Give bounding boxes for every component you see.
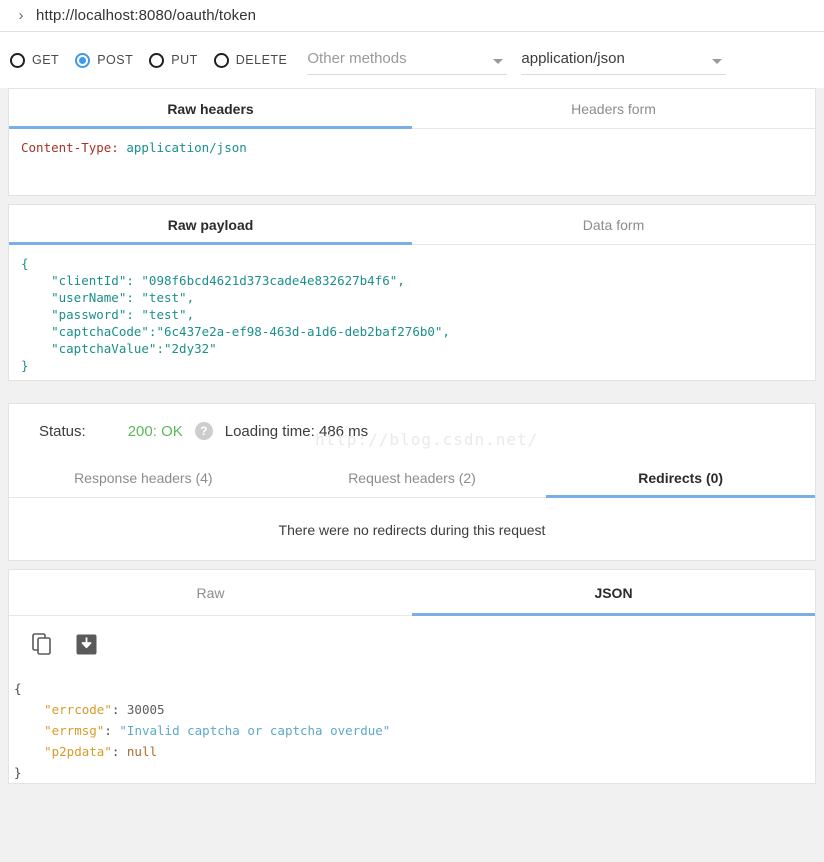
raw-payload-text: { "clientId": "098f6bcd4621d373cade4e832…	[21, 256, 450, 373]
json-sep: :	[104, 723, 120, 738]
json-sep: :	[111, 744, 127, 759]
json-key: "p2pdata"	[44, 744, 112, 759]
json-sep: :	[111, 702, 127, 717]
radio-label: GET	[32, 53, 60, 67]
json-content: { "errcode": 30005 "errmsg": "Invalid ca…	[9, 678, 815, 783]
raw-headers-text: Content-Type: application/json	[9, 129, 815, 166]
headers-tabs: Raw headers Headers form	[9, 89, 815, 129]
tab-raw[interactable]: Raw	[9, 570, 412, 616]
radio-icon	[75, 52, 91, 68]
radio-label: POST	[97, 53, 134, 67]
json-open-brace: {	[14, 681, 22, 696]
payload-card: Raw payload Data form { "clientId": "098…	[8, 204, 816, 381]
other-methods-select[interactable]: Other methods	[307, 45, 508, 75]
content-type-select[interactable]: application/json	[521, 45, 727, 75]
radio-icon	[10, 52, 25, 68]
radio-icon	[213, 52, 229, 68]
method-selector-row: GET POST PUT DELETE Other methods applic…	[0, 32, 824, 88]
tab-redirects[interactable]: Redirects (0)	[546, 458, 815, 498]
copy-icon[interactable]	[27, 629, 57, 659]
tab-response-headers[interactable]: Response headers (4)	[9, 458, 278, 498]
json-viewer[interactable]: { "errcode": 30005 "errmsg": "Invalid ca…	[9, 672, 815, 783]
json-key: "errcode"	[44, 702, 112, 717]
response-info-tabs: Response headers (4) Request headers (2)…	[9, 458, 815, 498]
radio-label: PUT	[171, 53, 198, 67]
raw-headers-editor[interactable]: Content-Type: application/json	[9, 129, 815, 195]
radio-method-delete[interactable]: DELETE	[213, 52, 288, 68]
chevron-right-icon[interactable]: ›	[10, 8, 32, 23]
section-gap	[0, 196, 824, 204]
redirects-message: There were no redirects during this requ…	[9, 498, 815, 560]
other-methods-placeholder: Other methods	[307, 50, 407, 67]
json-value: "Invalid captcha or captcha overdue"	[119, 723, 391, 738]
header-value: application/json	[126, 140, 247, 155]
status-label: Status:	[39, 422, 86, 440]
json-value: null	[126, 744, 158, 759]
watermark-text: http://blog.csdn.net/	[315, 430, 539, 449]
header-name: Content-Type:	[21, 140, 119, 155]
status-badge: 200: OK	[127, 422, 183, 440]
radio-method-post[interactable]: POST	[75, 52, 134, 68]
section-gap-2	[0, 561, 824, 569]
tab-request-headers[interactable]: Request headers (2)	[278, 458, 547, 498]
help-icon[interactable]: ?	[194, 422, 213, 440]
radio-icon	[149, 52, 165, 68]
tab-data-form[interactable]: Data form	[412, 205, 815, 245]
json-value: 30005	[126, 702, 165, 717]
radio-method-put[interactable]: PUT	[149, 52, 198, 68]
status-card: Status: 200: OK ? Loading time: 486 ms R…	[8, 403, 816, 561]
url-bar[interactable]: › http://localhost:8080/oauth/token	[0, 0, 824, 32]
json-close-brace: }	[14, 765, 22, 780]
headers-card: Raw headers Headers form Content-Type: a…	[8, 88, 816, 196]
save-icon[interactable]	[71, 629, 101, 659]
raw-payload-editor[interactable]: { "clientId": "098f6bcd4621d373cade4e832…	[9, 245, 815, 380]
chevron-down-icon	[493, 59, 504, 64]
json-key: "errmsg"	[44, 723, 105, 738]
radio-method-get[interactable]: GET	[10, 52, 60, 68]
watermark-gap	[0, 381, 824, 403]
tab-raw-payload[interactable]: Raw payload	[9, 205, 412, 245]
response-body-card: Raw JSON { "errcode": 30005 "errmsg": "I…	[8, 569, 816, 784]
url-input[interactable]: http://localhost:8080/oauth/token	[32, 7, 256, 24]
tab-headers-form[interactable]: Headers form	[412, 89, 815, 129]
content-type-value: application/json	[521, 50, 625, 67]
payload-tabs: Raw payload Data form	[9, 205, 815, 245]
response-toolbar	[9, 616, 815, 672]
tab-json[interactable]: JSON	[412, 570, 815, 616]
tab-raw-headers[interactable]: Raw headers	[9, 89, 412, 129]
rest-client-app: › http://localhost:8080/oauth/token GET …	[0, 0, 824, 862]
radio-label: DELETE	[235, 53, 288, 67]
chevron-down-icon	[712, 59, 723, 64]
response-format-tabs: Raw JSON	[9, 570, 815, 616]
